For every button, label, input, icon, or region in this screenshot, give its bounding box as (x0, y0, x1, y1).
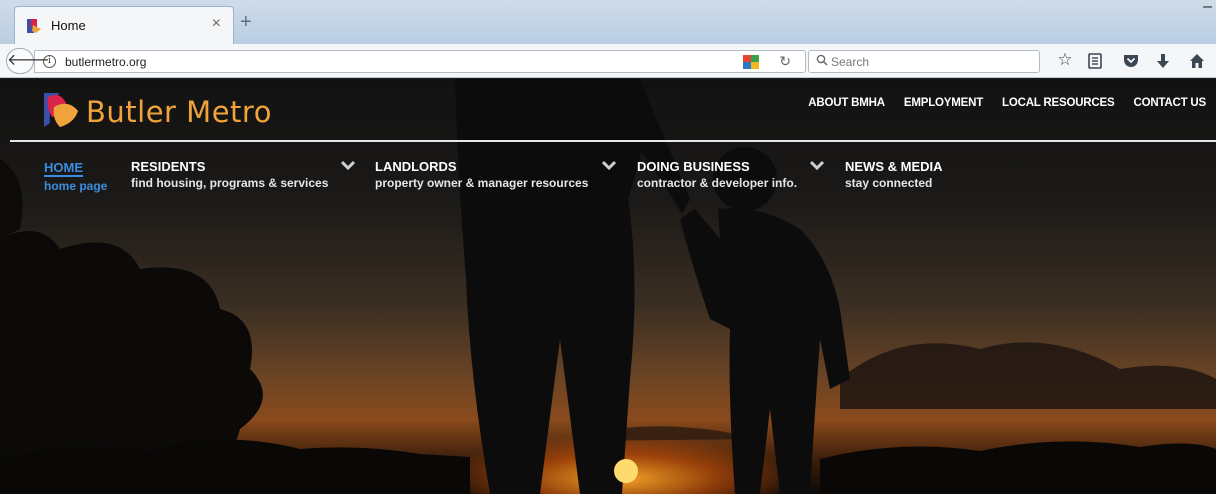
extension-icon[interactable] (743, 55, 759, 69)
back-button[interactable]: 🡐 (6, 48, 50, 74)
chevron-down-icon[interactable] (341, 160, 355, 170)
url-text[interactable]: butlermetro.org (65, 55, 146, 69)
main-nav-residents-subtitle: find housing, programs & services (131, 176, 329, 190)
main-nav-residents[interactable]: RESIDENTS find housing, programs & servi… (131, 159, 328, 192)
reading-list-icon[interactable] (1084, 53, 1106, 69)
main-nav-news-media-subtitle: stay connected (845, 176, 933, 190)
local-resources-link[interactable]: LOCAL RESOURCES (1002, 97, 1115, 109)
download-icon[interactable] (1152, 53, 1174, 69)
contact-us-link[interactable]: CONTACT US (1133, 97, 1206, 109)
reload-icon[interactable]: ↻ (779, 53, 791, 70)
main-nav-doing-business[interactable]: DOING BUSINESS contractor & developer in… (637, 159, 797, 192)
new-tab-button[interactable]: + (240, 12, 252, 32)
main-nav-home[interactable]: HOME home page (44, 159, 107, 195)
tab-close-icon[interactable]: × (212, 15, 221, 33)
main-nav-news-media[interactable]: NEWS & MEDIA stay connected (845, 159, 943, 192)
chevron-down-icon[interactable] (602, 160, 616, 170)
main-nav-landlords-subtitle: property owner & manager resources (375, 176, 589, 190)
bookmark-star-icon[interactable]: ☆ (1054, 50, 1076, 70)
search-icon (816, 54, 828, 66)
employment-link[interactable]: EMPLOYMENT (904, 97, 983, 109)
main-nav-news-media-title: NEWS & MEDIA (845, 159, 943, 174)
favicon-icon (27, 19, 41, 33)
about-bmha-link[interactable]: ABOUT BMHA (808, 97, 885, 109)
hero-section: Butler Metro ABOUT BMHA EMPLOYMENT LOCAL… (0, 79, 1216, 494)
header-divider (10, 140, 1216, 142)
browser-tab-strip: Home × + – (0, 0, 1216, 44)
logo-mark-icon (44, 93, 78, 127)
url-bar[interactable]: i butlermetro.org ↻ (34, 50, 806, 73)
main-nav-doing-business-subtitle: contractor & developer info. (637, 176, 798, 190)
main-nav-landlords[interactable]: LANDLORDS property owner & manager resou… (375, 159, 588, 192)
tab-title: Home (51, 18, 86, 33)
search-input[interactable] (831, 54, 1031, 70)
main-nav-landlords-title: LANDLORDS (375, 159, 457, 174)
back-arrow-icon: 🡐 (7, 52, 50, 69)
minimize-button[interactable]: – (1203, 0, 1212, 16)
browser-tab[interactable]: Home × (14, 6, 234, 44)
home-icon[interactable] (1186, 53, 1208, 69)
main-nav-residents-title: RESIDENTS (131, 159, 206, 174)
main-nav-home-title: HOME (44, 160, 83, 177)
pocket-icon[interactable] (1120, 54, 1142, 68)
browser-navigation-bar: i butlermetro.org ↻ 🡐 ☆ (0, 44, 1216, 78)
main-nav-home-subtitle: home page (44, 179, 108, 193)
search-bar[interactable] (808, 50, 1040, 73)
chevron-down-icon[interactable] (810, 160, 824, 170)
main-nav-doing-business-title: DOING BUSINESS (637, 159, 750, 174)
top-utility-nav: ABOUT BMHA EMPLOYMENT LOCAL RESOURCES CO… (808, 97, 1206, 109)
logo-text: Butler Metro (86, 95, 272, 129)
